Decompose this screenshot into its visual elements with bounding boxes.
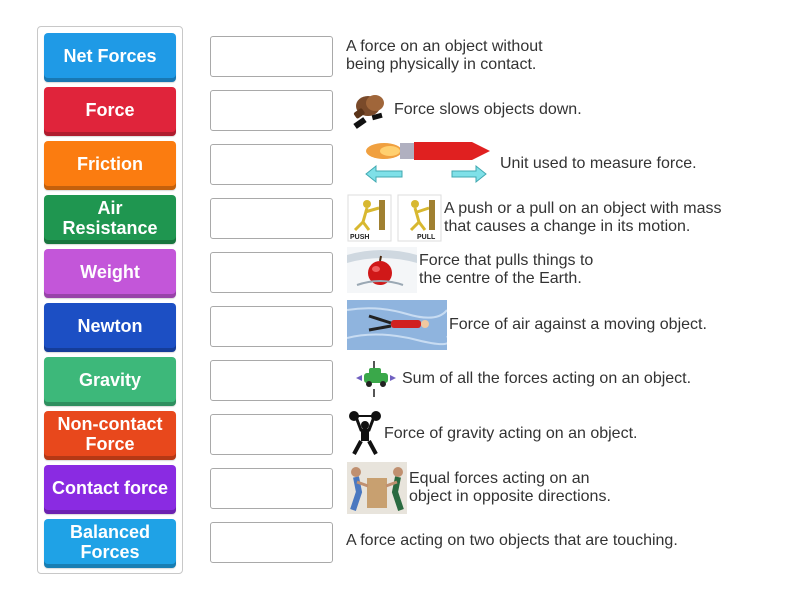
tile-friction[interactable]: Friction [44,141,176,190]
pushing-box-icon [347,462,407,514]
apple-splash-icon [347,247,417,293]
drop-box-3[interactable] [210,144,333,185]
definition-text: Force slows objects down. [394,101,582,118]
tile-air-resistance[interactable]: Air Resistance [44,195,176,244]
definition-7: Sum of all the forces acting on an objec… [354,357,691,401]
tile-newton[interactable]: Newton [44,303,176,352]
drop-box-7[interactable] [210,360,333,401]
word-bank: Net Forces Force Friction Air Resistance… [37,26,183,574]
push-pull-icon: PUSH PULL [347,194,442,242]
definition-text: A force on an object without being physi… [346,38,543,73]
car-force-diagram-icon [354,357,398,401]
definition-9: Equal forces acting on an object in oppo… [347,462,611,514]
tile-balanced-forces[interactable]: Balanced Forces [44,519,176,568]
definition-text: A force acting on two objects that are t… [346,532,678,549]
definition-2: Force slows objects down. [348,88,582,132]
definition-text: Unit used to measure force. [500,155,697,172]
drop-box-10[interactable] [210,522,333,563]
definition-10: A force acting on two objects that are t… [346,530,678,552]
drop-box-8[interactable] [210,414,333,455]
push-caption: PUSH [350,234,369,241]
drop-box-1[interactable] [210,36,333,77]
tile-non-contact-force[interactable]: Non-contact Force [44,411,176,460]
definition-1: A force on an object without being physi… [346,37,543,75]
rubbing-hands-icon [348,88,392,132]
drop-box-6[interactable] [210,306,333,347]
definition-text: Sum of all the forces acting on an objec… [402,370,692,387]
tile-weight[interactable]: Weight [44,249,176,298]
definition-text: Equal forces acting on an object in oppo… [409,470,611,505]
definition-6: Force of air against a moving object. [347,300,707,350]
skydiver-icon [347,300,447,350]
tile-force[interactable]: Force [44,87,176,136]
drop-box-5[interactable] [210,252,333,293]
drop-box-4[interactable] [210,198,333,239]
definition-text: A push or a pull on an object with mass … [444,200,722,235]
definition-4: PUSH PULL A push or a pull on an object … [347,194,722,242]
drop-box-9[interactable] [210,468,333,509]
weightlifter-icon [348,410,382,458]
definition-text: Force that pulls things to the centre of… [419,252,594,287]
tile-net-forces[interactable]: Net Forces [44,33,176,82]
pull-caption: PULL [417,234,436,241]
definition-text: Force of gravity acting on an object. [384,425,638,442]
drop-box-2[interactable] [210,90,333,131]
definition-3: Unit used to measure force. [362,140,697,188]
tile-contact-force[interactable]: Contact force [44,465,176,514]
tile-gravity[interactable]: Gravity [44,357,176,406]
definition-text: Force of air against a moving object. [449,316,707,333]
definition-5: Force that pulls things to the centre of… [347,246,593,294]
rocket-force-arrows-icon [362,140,494,188]
definition-8: Force of gravity acting on an object. [348,410,637,458]
